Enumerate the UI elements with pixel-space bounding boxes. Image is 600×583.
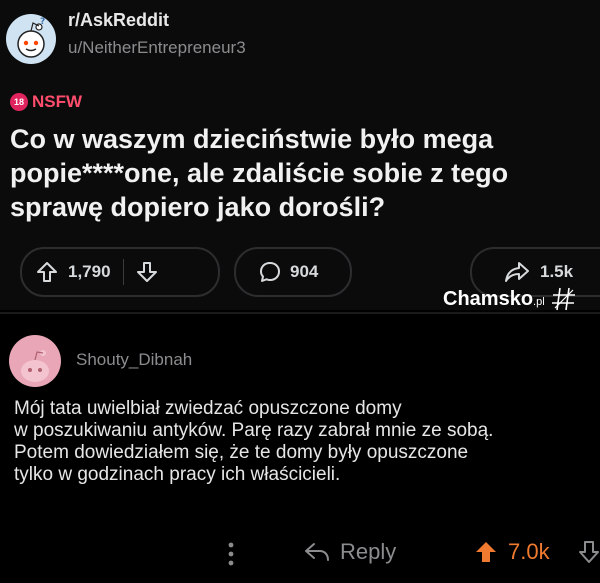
comment-line: tylko w godzinach pracy ich właścicieli.: [14, 464, 341, 485]
post-author[interactable]: u/NeitherEntrepreneur3: [68, 38, 246, 58]
reply-button[interactable]: Reply: [304, 539, 396, 565]
post-title[interactable]: Co w waszym dzieciństwie było mega popie…: [10, 122, 600, 224]
snoo-icon: ?: [17, 17, 45, 58]
downvote-arrow-icon[interactable]: [136, 261, 158, 283]
chamsko-watermark: Chamsko .pl: [443, 286, 577, 312]
comment-bubble-icon: [258, 260, 282, 284]
comment-line: Potem dowiedziałem się, że te domy były …: [14, 442, 469, 463]
watermark-suffix: .pl: [533, 296, 545, 308]
vote-divider: [122, 259, 124, 285]
post-title-line: Co w waszym dzieciństwie było mega: [10, 124, 494, 154]
share-arrow-icon: [504, 261, 530, 283]
post-title-line: popie****one, ale zdaliście sobie z tego: [10, 158, 509, 188]
nsfw-label: NSFW: [32, 92, 83, 111]
comment-score: 7.0k: [508, 539, 550, 564]
upvote-count: 1,790: [68, 262, 111, 281]
subreddit-avatar[interactable]: ?: [6, 14, 56, 64]
post-title-line: sprawę dopiero jako dorośli?: [10, 192, 386, 222]
snoo-avatar-icon: [21, 350, 49, 382]
comment-count: 904: [290, 262, 319, 281]
comment-text: Mój tata uwielbiał zwiedzać opuszczone d…: [14, 398, 600, 486]
reply-arrow-icon: [305, 543, 329, 561]
post-card: ? r/AskReddit u/NeitherEntrepreneur3 18 …: [0, 0, 600, 312]
comment-avatar[interactable]: [9, 335, 61, 387]
subreddit-name[interactable]: r/AskReddit: [68, 10, 169, 31]
upvote-arrow-icon[interactable]: [36, 261, 58, 283]
comment-line: Mój tata uwielbiał zwiedzać opuszczone d…: [14, 398, 402, 419]
svg-text:?: ?: [40, 17, 45, 27]
share-count: 1.5k: [540, 262, 574, 281]
nsfw-tag: 18 NSFW: [10, 92, 82, 112]
comment-card: Shouty_Dibnah Mój tata uwielbiał zwiedza…: [0, 314, 600, 583]
comment-line: w poszukiwaniu antyków. Parę razy zabrał…: [14, 420, 494, 441]
comment-downvote-icon[interactable]: [578, 540, 600, 569]
upvote-filled-icon: [476, 542, 496, 562]
comments-button[interactable]: 904: [234, 247, 352, 297]
reply-label: Reply: [340, 539, 397, 564]
comment-author[interactable]: Shouty_Dibnah: [76, 350, 192, 370]
comment-upvote[interactable]: 7.0k: [474, 539, 550, 565]
vote-bar: 1,790: [20, 247, 220, 297]
hash-logo-icon: [551, 287, 575, 311]
more-options-icon[interactable]: [226, 541, 236, 572]
watermark-brand: Chamsko: [443, 287, 534, 310]
nsfw-18-icon: 18: [10, 93, 28, 111]
comment-actions: Reply 7.0k: [0, 536, 600, 570]
